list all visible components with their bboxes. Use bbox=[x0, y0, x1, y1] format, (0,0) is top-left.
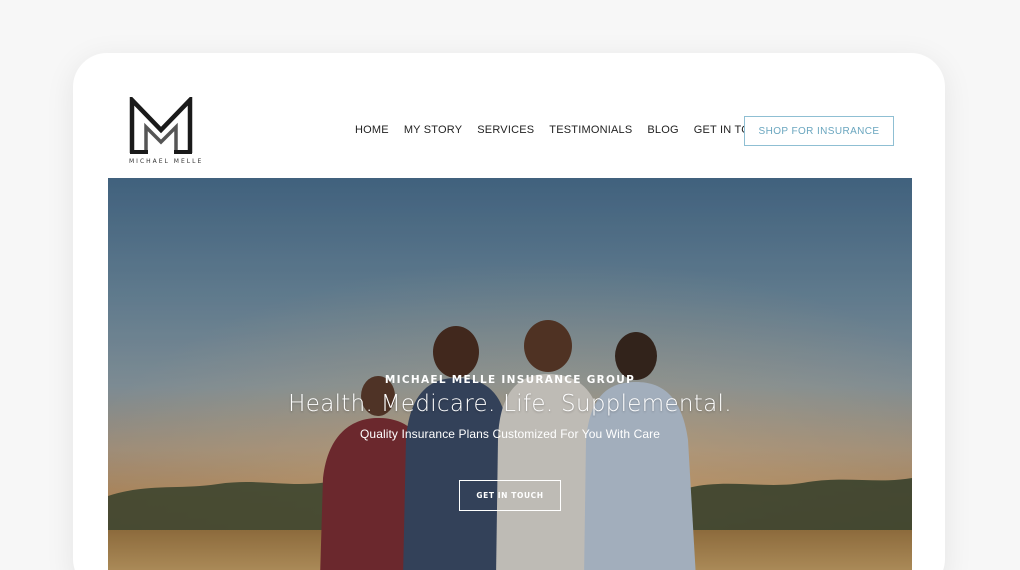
nav-item-services[interactable]: SERVICES bbox=[477, 124, 534, 136]
nav-item-home[interactable]: HOME bbox=[355, 124, 389, 136]
hero-title: Health. Medicare. Life. Supplemental. bbox=[288, 391, 732, 417]
nav-item-blog[interactable]: BLOG bbox=[647, 124, 678, 136]
site-header: MICHAEL MELLE HOME MY STORY SERVICES TES… bbox=[73, 53, 945, 178]
hero-get-in-touch-button[interactable]: GET IN TOUCH bbox=[459, 480, 561, 511]
hero-text-block: MICHAEL MELLE INSURANCE GROUP Health. Me… bbox=[108, 374, 912, 441]
nav-item-testimonials[interactable]: TESTIMONIALS bbox=[549, 124, 632, 136]
hero-subtitle: Quality Insurance Plans Customized For Y… bbox=[359, 427, 660, 441]
main-nav: HOME MY STORY SERVICES TESTIMONIALS BLOG… bbox=[355, 124, 789, 136]
shop-for-insurance-button[interactable]: SHOP FOR INSURANCE bbox=[744, 116, 894, 146]
hero-section: MICHAEL MELLE INSURANCE GROUP Health. Me… bbox=[108, 178, 912, 570]
logo-wordmark: MICHAEL MELLE bbox=[129, 158, 204, 165]
site-logo[interactable]: MICHAEL MELLE bbox=[129, 97, 204, 167]
mm-monogram-icon bbox=[129, 97, 193, 154]
browser-frame: MICHAEL MELLE HOME MY STORY SERVICES TES… bbox=[73, 53, 945, 570]
nav-item-my-story[interactable]: MY STORY bbox=[404, 124, 462, 136]
hero-kicker: MICHAEL MELLE INSURANCE GROUP bbox=[384, 374, 636, 386]
